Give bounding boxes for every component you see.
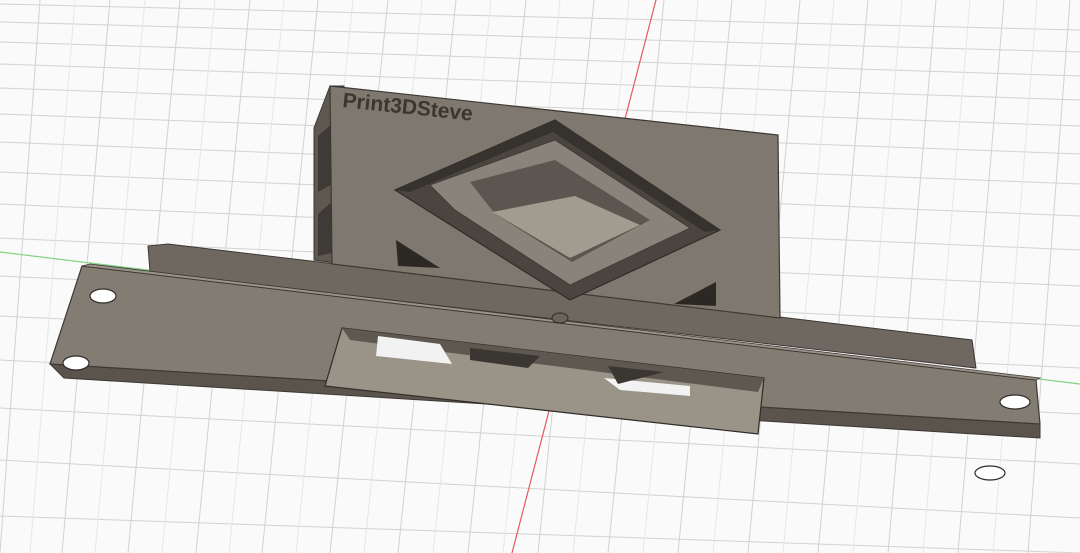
model-body[interactable]: Print3DSteve bbox=[48, 85, 1042, 482]
origin-marker[interactable] bbox=[551, 312, 569, 324]
scene-canvas[interactable]: Print3DSteve bbox=[0, 0, 1080, 553]
cad-viewport[interactable]: Print3DSteve bbox=[0, 0, 1080, 553]
